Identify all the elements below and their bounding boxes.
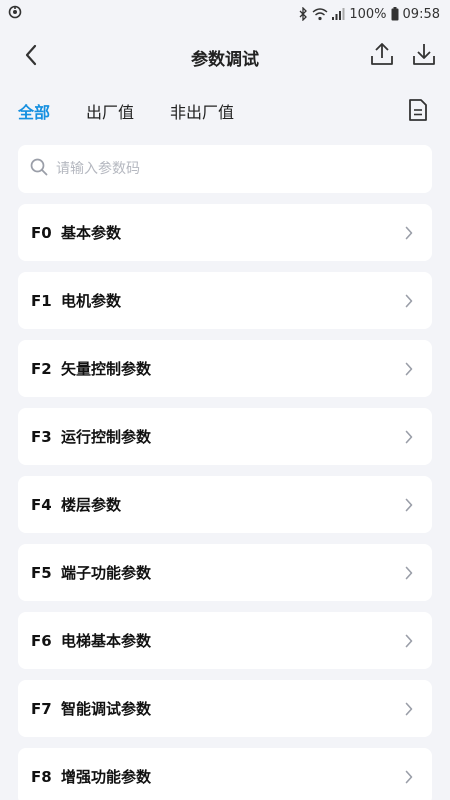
document-icon	[408, 99, 428, 126]
chevron-right-icon	[402, 226, 416, 240]
list-item-f1[interactable]: F1 电机参数	[18, 272, 432, 329]
item-code: F4	[31, 495, 52, 514]
list-item-f3[interactable]: F3 运行控制参数	[18, 408, 432, 465]
tab-non-factory-value[interactable]: 非出厂值	[170, 99, 234, 123]
chevron-right-icon	[402, 362, 416, 376]
item-code: F3	[31, 427, 52, 446]
status-bar: 100% 09:58	[0, 0, 450, 28]
bluetooth-icon	[298, 7, 308, 21]
item-name: 电梯基本参数	[61, 632, 152, 650]
app-header: 参数调试	[0, 28, 450, 86]
list-item-f2[interactable]: F2 矢量控制参数	[18, 340, 432, 397]
tab-factory-value[interactable]: 出厂值	[86, 99, 134, 123]
item-name: 运行控制参数	[61, 428, 152, 446]
item-name: 楼层参数	[61, 496, 122, 514]
search-bar	[18, 145, 432, 193]
chevron-right-icon	[402, 430, 416, 444]
list-item-f4[interactable]: F4 楼层参数	[18, 476, 432, 533]
chevron-right-icon	[402, 566, 416, 580]
item-code: F8	[31, 767, 52, 786]
app-status-icon	[8, 5, 22, 23]
clock: 09:58	[402, 6, 440, 22]
item-code: F0	[31, 223, 52, 242]
chevron-right-icon	[402, 294, 416, 308]
item-name: 基本参数	[61, 224, 122, 242]
search-icon	[30, 158, 48, 180]
download-icon	[412, 42, 436, 70]
item-code: F5	[31, 563, 52, 582]
download-button[interactable]	[412, 43, 436, 69]
item-code: F7	[31, 699, 52, 718]
item-name: 端子功能参数	[61, 564, 152, 582]
document-button[interactable]	[408, 98, 428, 126]
upload-icon	[370, 42, 394, 70]
item-code: F2	[31, 359, 52, 378]
chevron-right-icon	[402, 702, 416, 716]
filter-tabs: 全部 出厂值 非出厂值	[0, 86, 450, 136]
search-input[interactable]	[56, 161, 420, 177]
battery-icon	[391, 7, 399, 21]
chevron-right-icon	[402, 634, 416, 648]
wifi-icon	[312, 7, 328, 21]
battery-percent: 100%	[349, 6, 387, 22]
item-name: 矢量控制参数	[61, 360, 152, 378]
chevron-left-icon	[24, 44, 38, 70]
list-item-f6[interactable]: F6 电梯基本参数	[18, 612, 432, 669]
chevron-right-icon	[402, 770, 416, 784]
back-button[interactable]	[18, 44, 44, 70]
signal-icon	[332, 8, 345, 20]
tab-all[interactable]: 全部	[18, 99, 50, 123]
item-code: F6	[31, 631, 52, 650]
item-name: 电机参数	[61, 292, 122, 310]
chevron-right-icon	[402, 498, 416, 512]
parameter-group-list: F0 基本参数 F1 电机参数 F2 矢量控制参数 F3 运行控制参数 F4 楼…	[0, 204, 450, 800]
item-name: 智能调试参数	[61, 700, 152, 718]
upload-button[interactable]	[370, 43, 394, 69]
item-name: 增强功能参数	[61, 768, 152, 786]
item-code: F1	[31, 291, 52, 310]
list-item-f0[interactable]: F0 基本参数	[18, 204, 432, 261]
list-item-f8[interactable]: F8 增强功能参数	[18, 748, 432, 800]
list-item-f7[interactable]: F7 智能调试参数	[18, 680, 432, 737]
list-item-f5[interactable]: F5 端子功能参数	[18, 544, 432, 601]
